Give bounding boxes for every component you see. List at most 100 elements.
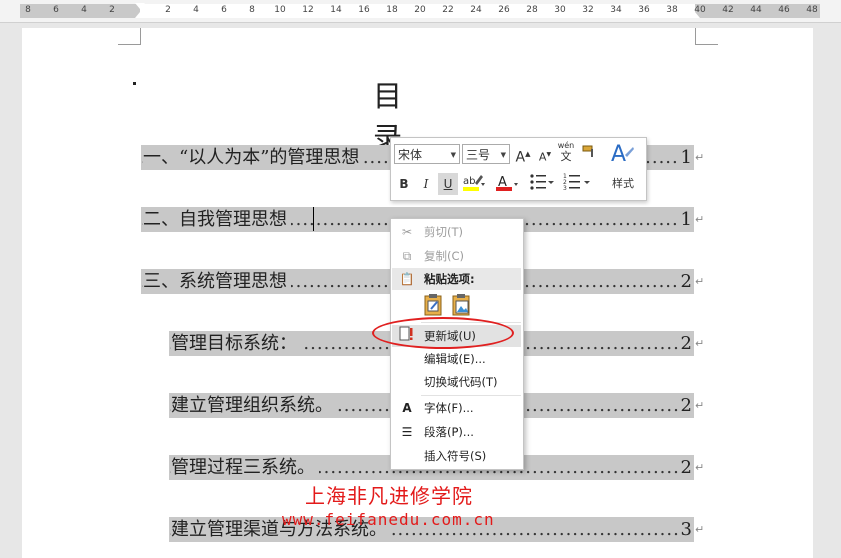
svg-text:A: A (611, 142, 626, 165)
grow-font-button[interactable]: A▲ (515, 143, 531, 166)
numbering-button[interactable]: 123 (563, 172, 593, 194)
underline-icon: U (443, 177, 453, 191)
ruler-tick-label: 24 (470, 5, 482, 15)
italic-icon: I (423, 177, 429, 191)
ruler-tick-label: 4 (193, 5, 199, 15)
scissors-icon: ✂ (401, 225, 413, 239)
paste-options-header: 📋 粘贴选项: (392, 268, 521, 290)
watermark-url: www.feifanedu.com.cn (282, 510, 495, 529)
red-annotation-oval (372, 317, 514, 349)
menu-item-cut-label: 剪切(T) (424, 225, 463, 239)
paragraph-return-mark: ↵ (695, 275, 705, 288)
paste-options-label: 粘贴选项: (424, 272, 475, 286)
menu-item-copy[interactable]: ⧉ 复制(C) (392, 245, 521, 267)
menu-item-insert-symbol[interactable]: 插入符号(S) (392, 445, 521, 467)
chevron-down-icon: ▼ (450, 151, 456, 159)
menu-item-insert-symbol-label: 插入符号(S) (424, 449, 487, 463)
ruler-tick-label: 12 (302, 5, 314, 15)
copy-icon: ⧉ (402, 249, 412, 263)
paste-keep-format-icon (424, 294, 442, 316)
ruler-tick-label: 18 (386, 5, 398, 15)
ruler-tick-label: 20 (414, 5, 426, 15)
toc-page-number: 1 (680, 145, 692, 170)
ruler-tick-label: 38 (666, 5, 678, 15)
menu-item-paragraph-label: 段落(P)... (424, 425, 474, 439)
svg-text:ab: ab (463, 176, 475, 187)
styles-gallery-button[interactable]: A (605, 141, 639, 171)
toc-entry-text: 二、自我管理思想 (143, 207, 291, 232)
menu-item-toggle-field-codes-label: 切换域代码(T) (424, 375, 498, 389)
toc-page-number: 2 (680, 269, 692, 294)
font-name-value: 宋体 (398, 148, 423, 162)
font-icon: A (402, 401, 412, 415)
paste-picture-icon (452, 294, 470, 316)
font-color-button[interactable]: A (494, 172, 520, 194)
toc-entry-text: 一、“以人为本”的管理思想 (143, 145, 364, 170)
menu-item-edit-field-label: 编辑域(E)... (424, 352, 486, 366)
hanging-indent-marker[interactable] (135, 12, 145, 18)
ruler-tick-label: 8 (25, 5, 31, 15)
mini-toolbar: 宋体 ▼ 三号 ▼ A▲ A▼ wén 文 A 样式 B I U ab A 123 (390, 137, 647, 201)
bold-button[interactable]: B (394, 173, 414, 195)
first-line-indent-marker[interactable] (135, 3, 145, 9)
paragraph-return-mark: ↵ (695, 399, 705, 412)
menu-item-paragraph[interactable]: ☰ 段落(P)... (392, 421, 521, 443)
ruler-tick-label: 16 (358, 5, 370, 15)
paragraph-return-mark: ↵ (695, 213, 705, 226)
italic-button[interactable]: I (416, 173, 436, 195)
ruler-tick-label: 2 (109, 5, 115, 15)
toc-page-number: 2 (680, 455, 692, 480)
ruler-tick-label: 48 (806, 5, 818, 15)
font-size-dropdown[interactable]: 三号 ▼ (462, 144, 510, 164)
bullets-button[interactable] (529, 172, 555, 194)
margin-corner-top-right (695, 28, 718, 45)
styles-icon: A (611, 142, 634, 167)
ruler-tick-label: 34 (610, 5, 622, 15)
numbered-list-icon: 123 (563, 173, 590, 192)
phonetic-guide-button[interactable]: wén 文 (557, 141, 575, 163)
chevron-down-icon: ▼ (500, 151, 506, 159)
shrink-font-button[interactable]: A▼ (537, 144, 553, 166)
ruler-tick-label: 30 (554, 5, 566, 15)
menu-separator (421, 395, 521, 396)
toc-entry-text: 管理过程三系统。 (171, 455, 319, 480)
menu-item-cut[interactable]: ✂ 剪切(T) (392, 221, 521, 243)
menu-item-edit-field[interactable]: 编辑域(E)... (392, 348, 521, 370)
toc-entry-text: 管理目标系统： (171, 331, 301, 356)
right-indent-marker[interactable] (690, 12, 700, 18)
paragraph-bullet-marker (133, 82, 136, 85)
paragraph-return-mark: ↵ (695, 523, 705, 536)
font-name-dropdown[interactable]: 宋体 ▼ (394, 144, 460, 164)
paste-icon: 📋 (399, 272, 415, 286)
menu-item-toggle-field-codes[interactable]: 切换域代码(T) (392, 371, 521, 393)
horizontal-ruler[interactable]: 8 6 4 2 2 4 6 8 10 12 14 16 18 20 22 24 26 28 30 32 34 36 38 40… (0, 0, 841, 23)
highlight-color-button[interactable]: ab (461, 172, 487, 194)
bold-icon: B (399, 177, 409, 191)
ruler-tick-label: 44 (750, 5, 762, 15)
grow-font-icon: A (515, 149, 526, 166)
menu-item-copy-label: 复制(C) (424, 249, 465, 263)
ruler-tick-label: 10 (274, 5, 286, 15)
paste-picture-button[interactable] (451, 293, 475, 319)
highlighter-icon: ab (463, 175, 485, 191)
ruler-tick-label: 26 (498, 5, 510, 15)
ruler-tick-label: 6 (53, 5, 59, 15)
toc-page-number: 3 (680, 517, 692, 542)
underline-button[interactable]: U (438, 173, 458, 195)
ruler-tick-label: 22 (442, 5, 454, 15)
ruler-tick-label: 14 (330, 5, 342, 15)
phonetic-char: 文 (560, 150, 572, 163)
paste-keep-source-button[interactable] (423, 293, 447, 319)
styles-label: 样式 (612, 177, 634, 190)
paragraph-return-mark: ↵ (695, 151, 705, 164)
paragraph-return-mark: ↵ (695, 461, 705, 474)
toc-page-number: 2 (680, 393, 692, 418)
format-painter-button[interactable] (580, 143, 598, 165)
ruler-tick-label: 28 (526, 5, 538, 15)
menu-item-font[interactable]: A 字体(F)... (392, 397, 521, 419)
ruler-tick-label: 2 (165, 5, 171, 15)
margin-corner-top-left (118, 28, 141, 45)
format-painter-icon (582, 145, 593, 157)
ruler-tick-label: 46 (778, 5, 790, 15)
ruler-tick-label: 4 (81, 5, 87, 15)
